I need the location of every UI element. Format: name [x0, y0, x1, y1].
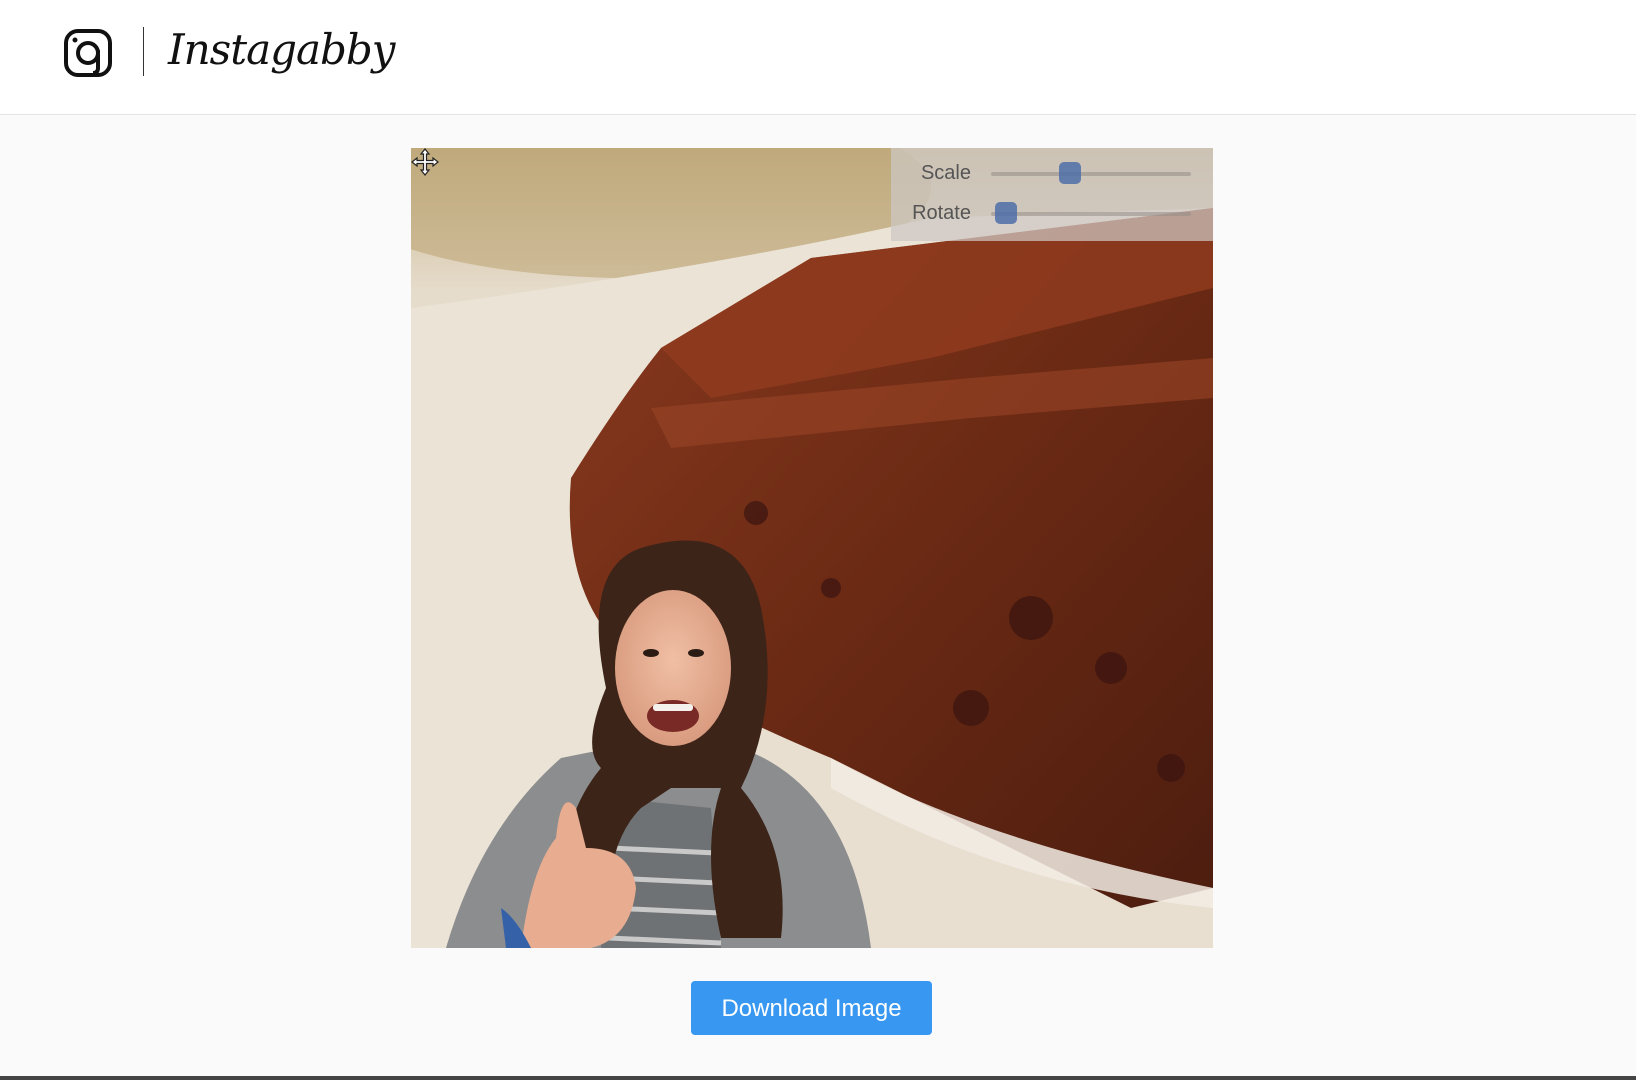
instagram-camera-icon[interactable]	[63, 28, 113, 78]
scale-slider-thumb[interactable]	[1058, 162, 1081, 184]
image-controls-panel: Scale Rotate	[891, 148, 1213, 241]
photo-editor-canvas[interactable]: Scale Rotate	[411, 148, 1213, 948]
rotate-slider-track[interactable]	[991, 212, 1191, 216]
scale-slider-track[interactable]	[991, 172, 1191, 176]
scale-label: Scale	[920, 162, 971, 184]
move-cursor-icon	[411, 148, 439, 176]
window-bottom-edge	[0, 1076, 1636, 1080]
header: Instagabby	[0, 0, 1636, 115]
download-image-button[interactable]: Download Image	[691, 981, 932, 1035]
composite-photo	[411, 148, 1213, 948]
brand-title[interactable]: Instagabby	[168, 22, 396, 78]
rotate-slider-thumb[interactable]	[994, 202, 1017, 224]
logo-divider	[143, 27, 144, 76]
rotate-label: Rotate	[912, 202, 971, 224]
